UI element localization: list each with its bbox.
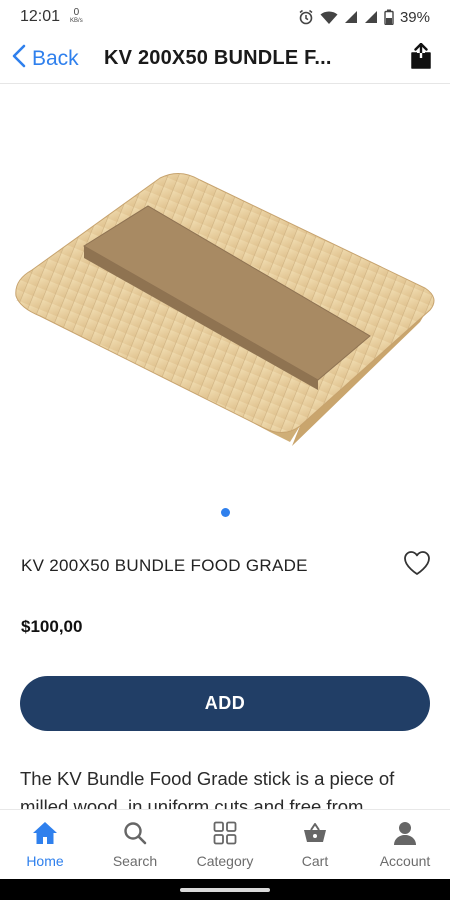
status-right: 39%	[298, 9, 430, 26]
network-speed-unit: KB/s	[70, 18, 83, 24]
tab-account-label: Account	[379, 852, 431, 869]
tab-cart-label: Cart	[301, 852, 329, 869]
network-speed: 0 KB/s	[70, 7, 83, 25]
tab-account[interactable]: Account	[360, 821, 450, 869]
carousel-dot-active[interactable]	[220, 508, 230, 517]
tab-cart[interactable]: Cart	[270, 821, 360, 869]
status-time: 12:01	[20, 8, 61, 25]
tab-home-label: Home	[26, 852, 64, 869]
product-image[interactable]	[0, 110, 450, 490]
share-button[interactable]	[392, 42, 450, 74]
home-indicator[interactable]	[180, 887, 270, 892]
person-icon	[393, 821, 417, 848]
battery-icon	[384, 9, 394, 25]
favorite-heart-icon[interactable]	[403, 550, 431, 581]
product-name-row: KV 200X50 BUNDLE FOOD GRADE	[21, 550, 431, 581]
battery-percent: 39%	[399, 8, 430, 26]
share-icon	[410, 42, 432, 74]
alarm-icon	[298, 9, 314, 25]
product-name: KV 200X50 BUNDLE FOOD GRADE	[21, 555, 308, 575]
tab-search[interactable]: Search	[90, 821, 180, 869]
back-label: Back	[32, 46, 79, 70]
chevron-left-icon	[12, 44, 26, 74]
status-bar: 12:01 0 KB/s 39%	[0, 0, 450, 34]
product-description: The KV Bundle Food Grade stick is a piec…	[20, 768, 395, 809]
grid-icon	[213, 821, 237, 848]
network-speed-value: 0	[73, 7, 80, 18]
basket-icon	[303, 821, 327, 848]
wifi-icon	[320, 10, 338, 25]
add-to-cart-button[interactable]: ADD	[20, 676, 430, 731]
tab-category-label: Category	[196, 852, 254, 869]
back-button[interactable]: Back	[0, 44, 104, 74]
status-left: 12:01 0 KB/s	[20, 8, 83, 26]
cell-signal-icon	[344, 10, 358, 24]
stick-bundle	[15, 173, 435, 446]
tab-category[interactable]: Category	[180, 821, 270, 869]
home-icon	[32, 821, 58, 848]
cell-signal-2-icon	[364, 10, 378, 24]
page-title: KV 200X50 BUNDLE F...	[104, 47, 332, 69]
bottom-tab-bar: Home Search Category Cart Account	[0, 809, 450, 879]
product-price: $100,00	[21, 617, 83, 636]
search-icon	[123, 821, 147, 848]
tab-home[interactable]: Home	[0, 821, 90, 869]
navigation-bar: Back KV 200X50 BUNDLE F...	[0, 34, 450, 84]
tab-search-label: Search	[112, 852, 158, 869]
carousel-indicator	[0, 508, 450, 517]
system-navigation-bar	[0, 879, 450, 900]
